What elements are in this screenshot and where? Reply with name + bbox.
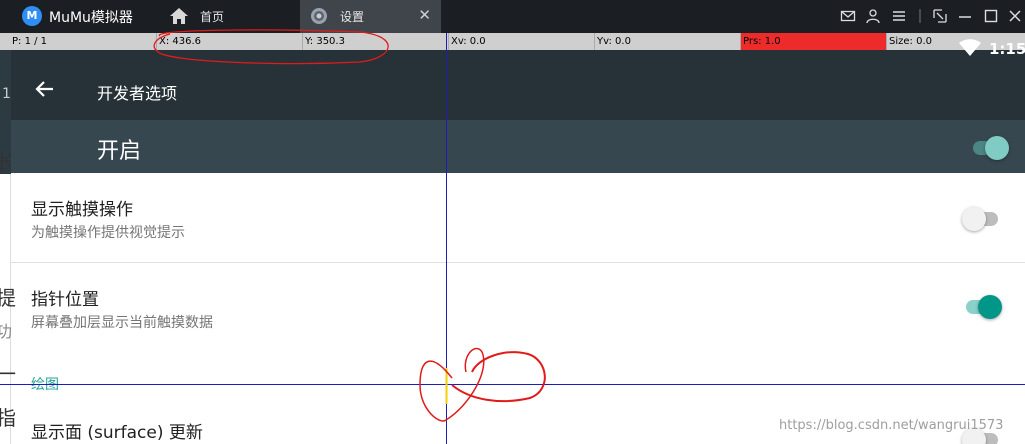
app-title: MuMu模拟器 (49, 10, 133, 26)
close-icon[interactable] (1007, 8, 1023, 24)
pointer-location-bar: P: 1 / 1 X: 436.6 Y: 350.3 Xv: 0.0 Yv: 0… (0, 33, 1025, 50)
tab-home-label: 首页 (200, 10, 225, 24)
sliver-text: 提 (0, 286, 16, 310)
annotation-loop (419, 347, 485, 422)
developer-options-master-switch-bar[interactable]: 开启 (11, 120, 1025, 173)
sliver-text: 功 (0, 322, 13, 341)
pref-title: 显示触摸操作 (31, 200, 133, 220)
show-touches-toggle[interactable] (962, 205, 1002, 231)
tab-settings[interactable]: 设置 ✕ (300, 0, 441, 33)
menu-icon[interactable] (891, 8, 907, 24)
pointer-y: Y: 350.3 (302, 33, 448, 50)
sliver-text: 指 (0, 406, 16, 430)
page-title: 开发者选项 (97, 84, 178, 103)
wifi-icon (959, 39, 981, 56)
pointer-count: P: 1 / 1 (12, 36, 48, 47)
pointer-size: Size: 0.0 (886, 33, 956, 50)
pointer-x: X: 436.6 (156, 33, 302, 50)
tab-close-button[interactable]: ✕ (418, 6, 431, 24)
mail-icon[interactable] (840, 8, 856, 24)
watermark: https://blog.csdn.net/wangrui1573 (779, 418, 1004, 433)
master-toggle-switch[interactable] (969, 134, 1009, 160)
pref-summary: 屏幕叠加层显示当前触摸数据 (31, 315, 213, 331)
annotation-swirl (451, 351, 546, 403)
mumu-logo-icon: M (22, 6, 42, 26)
pointer-xv: Xv: 0.0 (448, 33, 594, 50)
emulator-title-bar: M MuMu模拟器 首页 设置 ✕ (0, 0, 1025, 33)
pointer-yv: Yv: 0.0 (594, 33, 740, 50)
pointer-pressure: Prs: 1.0 (740, 33, 886, 50)
maximize-icon[interactable] (983, 8, 999, 24)
back-arrow-icon[interactable] (33, 78, 55, 100)
shrink-window-icon[interactable] (932, 8, 948, 24)
sliver-text: 一 (0, 362, 16, 386)
pref-title: 显示面 (surface) 更新 (31, 423, 203, 443)
pref-title: 指针位置 (31, 290, 99, 310)
minimize-icon[interactable] (957, 8, 973, 24)
home-icon (170, 8, 188, 24)
category-drawing: 绘图 (31, 377, 59, 393)
tab-home[interactable]: 首页 (160, 0, 296, 33)
master-switch-label: 开启 (97, 139, 142, 164)
developer-options-app-bar: 开发者选项 (11, 50, 1025, 120)
separator-icon (919, 9, 921, 23)
sliver-text: 1 (2, 86, 11, 102)
tab-settings-label: 设置 (340, 10, 365, 24)
pointer-location-toggle[interactable] (962, 293, 1002, 319)
divider (11, 262, 1025, 263)
gear-icon (311, 8, 327, 24)
pref-summary: 为触摸操作提供视觉提示 (31, 225, 185, 241)
user-icon[interactable] (865, 8, 881, 24)
status-clock: 1:15 (989, 40, 1025, 58)
